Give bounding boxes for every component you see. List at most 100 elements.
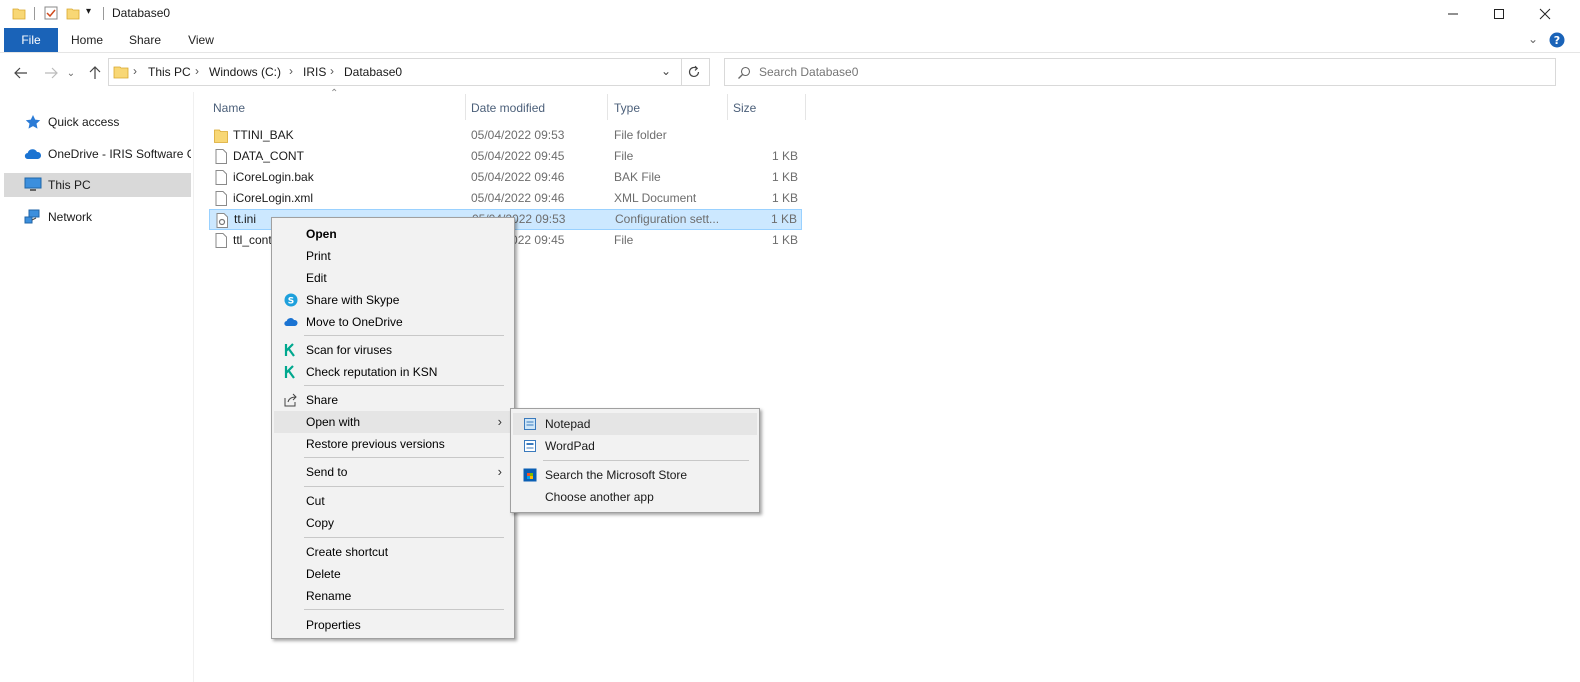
menu-item-print[interactable]: Print [274, 245, 512, 267]
column-header-date[interactable]: Date modified [471, 98, 545, 118]
file-row[interactable]: TTINI_BAK 05/04/2022 09:53 File folder [209, 125, 802, 146]
breadcrumb-chevron-icon[interactable]: › [330, 64, 334, 78]
forward-button[interactable] [40, 62, 62, 84]
file-size: 1 KB [771, 233, 798, 247]
menu-item-create-shortcut[interactable]: Create shortcut [274, 541, 512, 563]
up-button[interactable] [84, 62, 106, 84]
search-box[interactable] [724, 58, 1556, 86]
file-size: 1 KB [771, 191, 798, 205]
menu-item-share-skype[interactable]: S Share with Skype [274, 289, 512, 311]
menu-item-label: Delete [306, 567, 341, 581]
breadcrumb-chevron-icon[interactable]: › [133, 64, 137, 78]
breadcrumb-this-pc[interactable]: This PC [148, 65, 191, 79]
column-divider[interactable] [607, 94, 608, 120]
menu-item-label: Send to [306, 465, 348, 479]
forward-arrow-icon [45, 67, 58, 79]
menu-item-open[interactable]: Open [274, 223, 512, 245]
help-icon[interactable]: ? [1549, 32, 1565, 48]
menu-item-rename[interactable]: Rename [274, 585, 512, 607]
file-size: 1 KB [770, 212, 797, 226]
cloud-icon [24, 149, 42, 160]
menu-item-check-ksn[interactable]: Check reputation in KSN [274, 361, 512, 383]
file-row[interactable]: iCoreLogin.xml 05/04/2022 09:46 XML Docu… [209, 188, 802, 209]
column-header-name[interactable]: Name [213, 98, 245, 118]
menu-item-move-onedrive[interactable]: Move to OneDrive [274, 311, 512, 333]
menu-item-cut[interactable]: Cut [274, 490, 512, 512]
tab-share[interactable]: Share [120, 28, 170, 52]
menu-item-microsoft-store[interactable]: Search the Microsoft Store [513, 464, 757, 486]
store-icon [523, 468, 537, 482]
expand-ribbon-icon[interactable]: ⌄ [1528, 32, 1538, 46]
menu-item-edit[interactable]: Edit [274, 267, 512, 289]
properties-icon[interactable] [44, 6, 58, 20]
column-divider[interactable] [805, 94, 806, 120]
file-row[interactable]: DATA_CONT 05/04/2022 09:45 File 1 KB [209, 146, 802, 167]
menu-item-open-with[interactable]: Open with › [274, 411, 512, 433]
menu-item-wordpad[interactable]: WordPad [513, 435, 757, 457]
file-name: iCoreLogin.xml [233, 191, 314, 205]
file-row[interactable]: iCoreLogin.bak 05/04/2022 09:46 BAK File… [209, 167, 802, 188]
menu-item-scan-viruses[interactable]: Scan for viruses [274, 339, 512, 361]
menu-item-label: Choose another app [545, 490, 654, 504]
menu-item-share[interactable]: Share [274, 389, 512, 411]
menu-item-label: Edit [306, 271, 327, 285]
tab-view[interactable]: View [176, 28, 226, 52]
context-menu: Open Print Edit S Share with Skype Move … [271, 217, 515, 639]
menu-item-label: Share with Skype [306, 293, 400, 307]
nav-item-network[interactable]: Network [4, 205, 191, 229]
breadcrumb-iris[interactable]: IRIS [303, 65, 326, 79]
address-dropdown-icon[interactable]: ⌄ [661, 64, 671, 78]
file-type: XML Document [614, 191, 697, 205]
file-date: 05/04/2022 09:53 [471, 128, 565, 142]
divider [34, 7, 35, 20]
nav-item-onedrive[interactable]: OneDrive - IRIS Software Group [4, 142, 191, 166]
maximize-button[interactable] [1476, 0, 1522, 28]
tab-home[interactable]: Home [62, 28, 112, 52]
file-icon [215, 170, 227, 185]
menu-item-label: Copy [306, 516, 335, 530]
skype-icon: S [284, 293, 298, 307]
folder-icon [113, 66, 129, 79]
column-header-type[interactable]: Type [614, 98, 640, 118]
search-input[interactable] [759, 63, 1539, 81]
column-divider[interactable] [727, 94, 728, 120]
breadcrumb-windows-c[interactable]: Windows (C:) [209, 65, 281, 79]
menu-item-properties[interactable]: Properties [274, 614, 512, 636]
menu-item-delete[interactable]: Delete [274, 563, 512, 585]
cloud-icon [284, 318, 298, 327]
menu-separator [304, 457, 504, 458]
file-date: 05/04/2022 09:46 [471, 170, 565, 184]
recent-locations-button[interactable]: ⌄ [64, 62, 78, 84]
chevron-right-icon: › [497, 414, 502, 429]
menu-item-restore-versions[interactable]: Restore previous versions [274, 433, 512, 455]
breadcrumb-database0[interactable]: Database0 [344, 65, 402, 79]
sort-ascending-icon: ⌃ [330, 88, 339, 99]
back-button[interactable] [10, 62, 32, 84]
breadcrumb-chevron-icon[interactable]: › [289, 64, 293, 78]
address-bar[interactable]: › This PC › Windows (C:) › IRIS › Databa… [108, 58, 710, 86]
customize-quick-access-icon[interactable]: ▾ [86, 6, 91, 17]
nav-item-quick-access[interactable]: Quick access [4, 110, 191, 134]
nav-item-this-pc[interactable]: This PC [4, 173, 191, 197]
navigation-pane: Quick access OneDrive - IRIS Software Gr… [0, 92, 194, 682]
file-icon [215, 233, 227, 248]
menu-item-copy[interactable]: Copy [274, 512, 512, 534]
column-divider[interactable] [465, 94, 466, 120]
breadcrumb-chevron-icon[interactable]: › [195, 64, 199, 78]
search-icon [738, 66, 751, 79]
refresh-icon[interactable] [687, 65, 701, 79]
menu-item-notepad[interactable]: Notepad [513, 413, 757, 435]
tab-file[interactable]: File [4, 28, 58, 52]
new-folder-icon[interactable] [66, 6, 80, 20]
menu-item-choose-another-app[interactable]: Choose another app [513, 486, 757, 508]
menu-item-send-to[interactable]: Send to › [274, 461, 512, 483]
menu-item-label: Cut [306, 494, 325, 508]
menu-item-label: Search the Microsoft Store [545, 468, 688, 482]
file-type: Configuration sett... [615, 212, 720, 226]
column-header-size[interactable]: Size [733, 98, 756, 118]
close-button[interactable] [1522, 0, 1568, 28]
file-name: ttl_cont [233, 233, 272, 247]
folder-icon [12, 8, 26, 20]
menu-item-label: Open with [306, 415, 361, 429]
minimize-button[interactable] [1430, 0, 1476, 28]
